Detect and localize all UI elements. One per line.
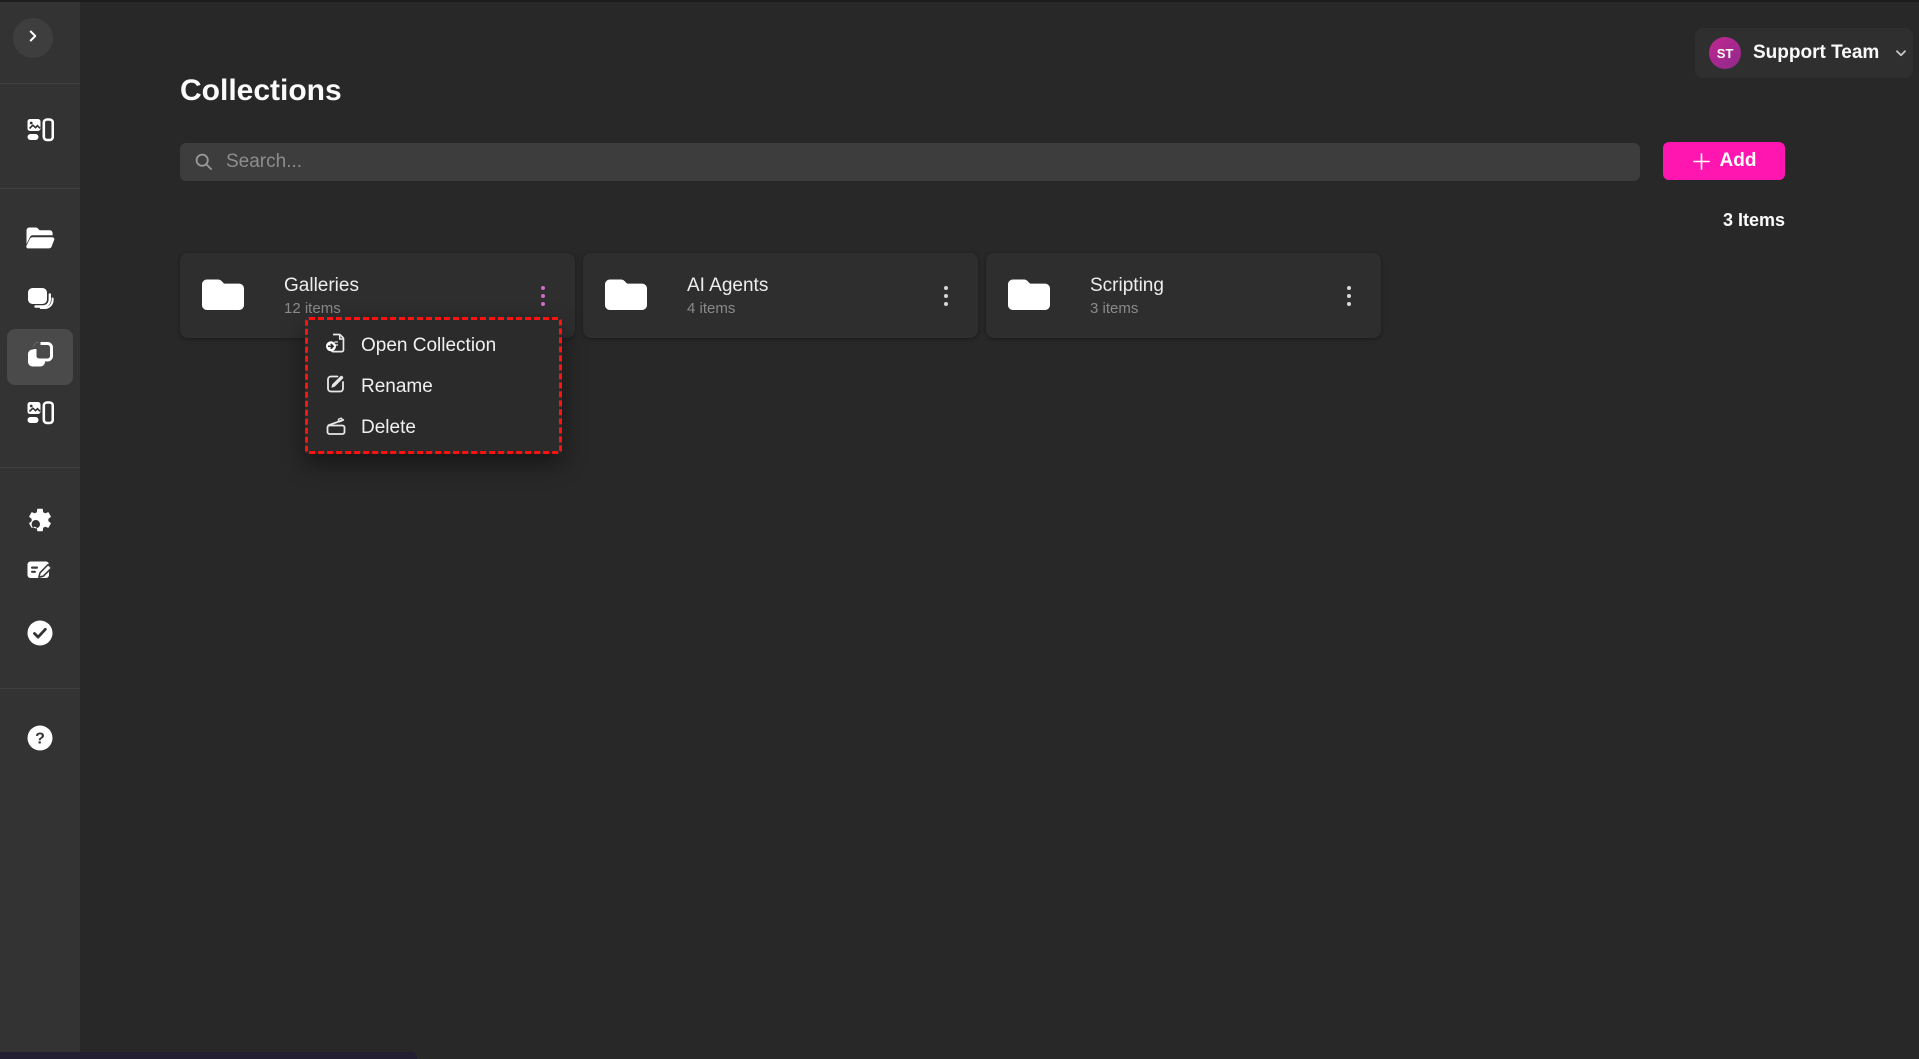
page-title: Collections [180, 74, 342, 108]
sidebar-divider [0, 83, 80, 84]
menu-item-delete[interactable]: Delete [308, 407, 559, 448]
sidebar: ? [0, 0, 80, 1059]
kebab-menu-icon[interactable] [529, 274, 557, 318]
media-dashboard-icon [26, 116, 54, 149]
sidebar-item-decks[interactable] [7, 275, 73, 331]
message-edit-icon [26, 558, 54, 588]
card-item-count: 12 items [284, 300, 359, 317]
items-count: 3 Items [1723, 210, 1785, 231]
sidebar-divider [0, 688, 80, 689]
add-button-label: Add [1720, 150, 1757, 172]
kebab-menu-icon[interactable] [1335, 274, 1363, 318]
settings-gear-icon [26, 506, 54, 539]
menu-item-label: Rename [361, 376, 433, 398]
plus-icon [1692, 152, 1711, 171]
card-title: Scripting [1090, 275, 1164, 297]
sidebar-item-collections[interactable] [7, 329, 73, 385]
card-title: Galleries [284, 275, 359, 297]
stack-icon [26, 286, 55, 320]
delete-icon [324, 413, 348, 443]
folder-icon [1006, 275, 1052, 316]
user-menu-button[interactable]: ST Support Team [1695, 28, 1913, 78]
menu-item-rename[interactable]: Rename [308, 366, 559, 407]
menu-item-label: Open Collection [361, 335, 496, 357]
window-top-edge [0, 0, 1919, 2]
sidebar-item-media-dashboard[interactable] [7, 104, 73, 160]
sidebar-item-settings[interactable] [7, 494, 73, 550]
open-collection-icon [324, 331, 348, 361]
folder-open-icon [24, 224, 56, 256]
avatar: ST [1709, 37, 1741, 69]
add-button[interactable]: Add [1663, 142, 1785, 180]
collection-card-ai-agents[interactable]: AI Agents 4 items [583, 253, 978, 338]
card-item-count: 3 items [1090, 300, 1164, 317]
collection-card-scripting[interactable]: Scripting 3 items [986, 253, 1381, 338]
menu-item-label: Delete [361, 417, 416, 439]
kebab-menu-icon[interactable] [932, 274, 960, 318]
search-input[interactable] [180, 143, 1640, 181]
sidebar-item-folders[interactable] [7, 212, 73, 268]
sidebar-expand-button[interactable] [13, 18, 53, 58]
sidebar-item-feedback[interactable] [7, 545, 73, 601]
collections-icon [25, 340, 55, 375]
sidebar-divider [0, 188, 80, 189]
svg-text:?: ? [35, 730, 45, 747]
chevron-right-icon [24, 27, 42, 50]
bottom-taskbar-strip [0, 1052, 417, 1059]
sidebar-item-help[interactable]: ? [7, 712, 73, 768]
search-bar [180, 143, 1640, 181]
folder-icon [603, 275, 649, 316]
sidebar-item-tasks[interactable] [7, 607, 73, 663]
user-name: Support Team [1753, 42, 1879, 64]
help-icon: ? [26, 724, 54, 757]
sidebar-item-media-library[interactable] [7, 387, 73, 443]
card-item-count: 4 items [687, 300, 768, 317]
rename-icon [324, 372, 348, 402]
chevron-down-icon [1893, 45, 1909, 61]
menu-item-open-collection[interactable]: Open Collection [308, 325, 559, 366]
folder-icon [200, 275, 246, 316]
sidebar-divider [0, 467, 80, 468]
check-circle-icon [26, 619, 54, 652]
card-title: AI Agents [687, 275, 768, 297]
context-menu: Open Collection Rename Delete [305, 317, 562, 454]
media-dashboard-icon [26, 399, 54, 432]
